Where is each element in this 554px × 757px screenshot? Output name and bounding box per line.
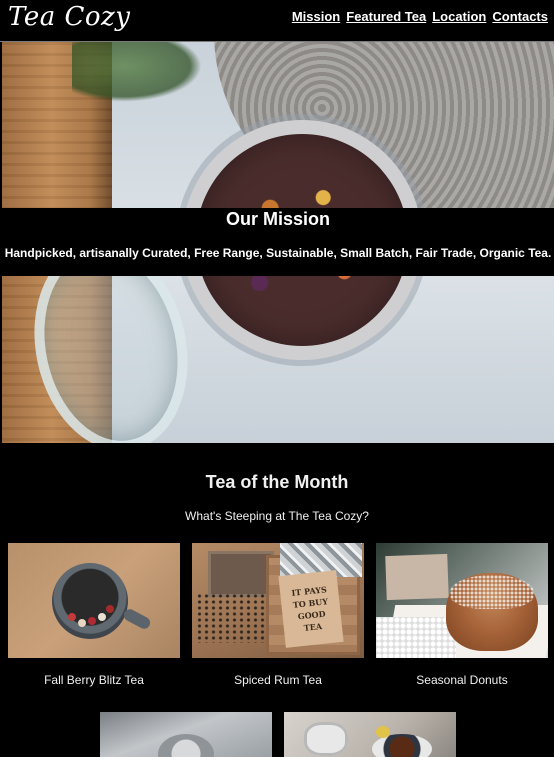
main-nav: Mission Featured Tea Location Contacts: [292, 9, 548, 24]
mug: [52, 563, 128, 639]
nav-link-mission[interactable]: Mission: [292, 9, 340, 24]
berry: [106, 605, 114, 613]
sign-line: TEA: [303, 620, 323, 633]
berry: [78, 619, 86, 627]
tea-of-month-heading: Tea of the Month: [205, 472, 349, 492]
lemon-slice: [376, 726, 390, 738]
nav-link-contacts[interactable]: Contacts: [492, 9, 548, 24]
seasonal-donuts-image: [376, 543, 548, 658]
wooden-box: [208, 551, 274, 597]
tea-image-row2-2: [284, 712, 456, 757]
berry: [88, 617, 96, 625]
doily: [376, 617, 456, 658]
glass-teapot: [304, 722, 348, 756]
tea-of-month-subtitle: What's Steeping at The Tea Cozy?: [185, 509, 369, 523]
nav-link-location[interactable]: Location: [432, 9, 486, 24]
seasonal-donuts-label: Seasonal Donuts: [416, 673, 508, 687]
sugar-topping: [450, 575, 534, 609]
berry: [68, 613, 76, 621]
crate-sign: IT PAYS TO BUY GOOD TEA: [278, 570, 344, 648]
tea-cup: [158, 734, 214, 757]
paper-note: [385, 553, 449, 601]
nav-link-featured-tea[interactable]: Featured Tea: [346, 9, 426, 24]
spiced-rum-image: IT PAYS TO BUY GOOD TEA: [192, 543, 364, 658]
plant-leaf: [72, 42, 202, 102]
fall-berry-blitz-label: Fall Berry Blitz Tea: [44, 673, 144, 687]
page: Tea Cozy Mission Featured Tea Location C…: [0, 0, 554, 757]
spiced-rum-label: Spiced Rum Tea: [234, 673, 322, 687]
site-header: Tea Cozy Mission Featured Tea Location C…: [0, 0, 554, 42]
site-logo[interactable]: Tea Cozy: [8, 2, 130, 32]
hero-image-tea-jar: Our Mission Handpicked, artisanally Cura…: [2, 42, 554, 443]
mug-handle: [121, 607, 153, 631]
mission-text: Handpicked, artisanally Curated, Free Ra…: [4, 246, 552, 260]
berry: [98, 613, 106, 621]
spilled-tea: [196, 593, 266, 643]
tea-image-row2-1: [100, 712, 272, 757]
fall-berry-blitz-image: [8, 543, 180, 658]
mission-heading: Our Mission: [225, 209, 330, 229]
